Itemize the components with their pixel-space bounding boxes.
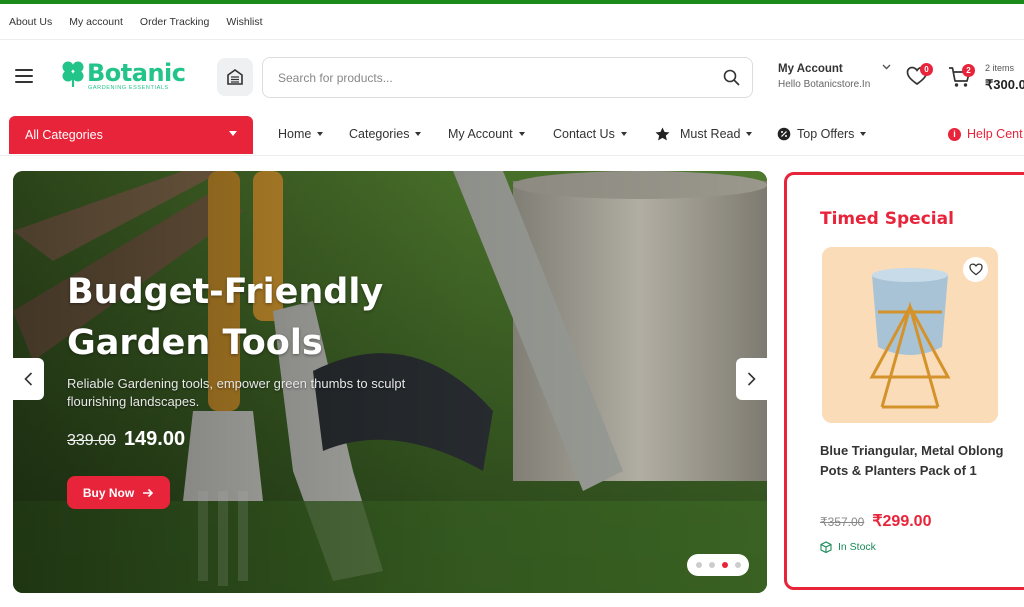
top-links-bar: About Us My account Order Tracking Wishl… xyxy=(0,4,1024,40)
stock-label: In Stock xyxy=(838,541,876,553)
hero-slider: Budget-Friendly Garden Tools Reliable Ga… xyxy=(13,171,767,593)
buy-now-label: Buy Now xyxy=(82,485,135,500)
slider-dot[interactable] xyxy=(695,562,702,568)
account-greeting: Hello Botanicstore.In xyxy=(778,79,871,90)
hero-subtitle: Reliable Gardening tools, empower green … xyxy=(67,376,406,409)
all-categories-button[interactable]: All Categories xyxy=(9,116,253,154)
chevron-left-icon xyxy=(24,372,33,386)
nav-label: My Account xyxy=(448,127,513,141)
hero-title-line2: Garden Tools xyxy=(67,323,323,363)
caret-down-icon xyxy=(518,132,525,136)
store-button[interactable] xyxy=(217,58,253,96)
arrow-right-icon xyxy=(143,488,154,497)
nav-label: Categories xyxy=(349,127,410,141)
star-icon xyxy=(655,127,670,141)
my-account-link[interactable]: My account xyxy=(69,16,123,28)
account-label: My Account xyxy=(778,63,843,75)
cart-summary[interactable]: 2 items ₹300.0 xyxy=(985,63,1024,93)
nav-label: Top Offers xyxy=(797,127,855,141)
account-menu[interactable]: My Account Hello Botanicstore.In xyxy=(778,63,891,90)
wishlist-button[interactable]: 0 xyxy=(906,63,933,88)
cart-button[interactable]: 2 xyxy=(948,64,975,90)
box-icon xyxy=(820,541,832,553)
menu-icon[interactable] xyxy=(15,69,33,83)
logo-tagline: GARDENING ESSENTIALS xyxy=(88,85,169,91)
badge-percent-icon xyxy=(777,127,791,141)
wishlist-link[interactable]: Wishlist xyxy=(226,16,262,28)
slider-pagination xyxy=(687,554,749,576)
all-categories-label: All Categories xyxy=(25,128,103,142)
caret-down-icon xyxy=(415,132,422,136)
search-input[interactable] xyxy=(278,70,723,85)
heart-icon xyxy=(968,263,983,276)
add-to-wishlist-button[interactable] xyxy=(963,257,988,282)
hero-new-price: 149.00 xyxy=(123,428,186,450)
slider-dot[interactable] xyxy=(734,562,741,568)
main-nav: All Categories Home Categories My Accoun… xyxy=(0,114,1024,156)
hero-prices: 339.00 149.00 xyxy=(67,428,185,451)
store-icon xyxy=(227,69,243,85)
nav-item-contact-us[interactable]: Contact Us xyxy=(553,127,627,141)
logo[interactable]: Botanic GARDENING ESSENTIALS xyxy=(60,58,186,91)
caret-down-icon xyxy=(746,132,753,136)
stock-status: In Stock xyxy=(820,541,876,553)
nav-item-top-offers[interactable]: Top Offers xyxy=(777,127,867,141)
caret-down-icon xyxy=(229,131,237,136)
product-prices: ₹357.00 ₹299.00 xyxy=(820,511,931,531)
cart-count-badge: 2 xyxy=(962,64,975,77)
caret-down-icon xyxy=(317,132,324,136)
hero-title: Budget-Friendly Garden Tools xyxy=(67,267,383,369)
search-icon[interactable] xyxy=(723,69,740,86)
help-label: Help Cent xyxy=(967,127,1023,141)
search-bar xyxy=(262,57,753,98)
chevron-right-icon xyxy=(747,372,756,386)
info-icon: i xyxy=(948,127,961,141)
slider-dot[interactable] xyxy=(708,562,715,568)
nav-label: Must Read xyxy=(680,127,741,141)
about-us-link[interactable]: About Us xyxy=(9,16,52,28)
buy-now-button[interactable]: Buy Now xyxy=(67,476,170,509)
hero-title-line1: Budget-Friendly xyxy=(67,272,384,312)
nav-item-categories[interactable]: Categories xyxy=(349,127,422,141)
caret-down-icon xyxy=(860,132,867,136)
caret-down-icon xyxy=(620,132,627,136)
nav-label: Home xyxy=(278,127,312,141)
chevron-down-icon xyxy=(882,64,891,70)
slider-dot-active[interactable] xyxy=(721,562,728,568)
nav-label: Contact Us xyxy=(553,127,615,141)
clover-logo-icon xyxy=(62,61,84,87)
product-name[interactable]: Blue Triangular, Metal Oblong Pots & Pla… xyxy=(820,441,1010,481)
timed-special-title: Timed Special xyxy=(820,209,954,229)
help-center-link[interactable]: i Help Cent xyxy=(948,127,1023,141)
logo-text: Botanic xyxy=(87,59,186,87)
wishlist-count-badge: 0 xyxy=(920,63,933,76)
nav-item-must-read[interactable]: Must Read xyxy=(655,127,753,141)
slider-next-button[interactable] xyxy=(736,358,767,400)
order-tracking-link[interactable]: Order Tracking xyxy=(140,16,209,28)
cart-items-count: 2 items xyxy=(985,63,1015,73)
slider-prev-button[interactable] xyxy=(13,358,44,400)
nav-item-home[interactable]: Home xyxy=(278,127,324,141)
product-image[interactable] xyxy=(822,247,998,423)
nav-item-my-account[interactable]: My Account xyxy=(448,127,525,141)
product-old-price: ₹357.00 xyxy=(820,515,865,529)
cart-total: ₹300.0 xyxy=(985,77,1024,92)
timed-special-panel: Timed Special Blue Triangular, Metal Obl… xyxy=(784,172,1024,590)
product-new-price: ₹299.00 xyxy=(872,513,932,530)
hero-old-price: 339.00 xyxy=(67,432,116,449)
